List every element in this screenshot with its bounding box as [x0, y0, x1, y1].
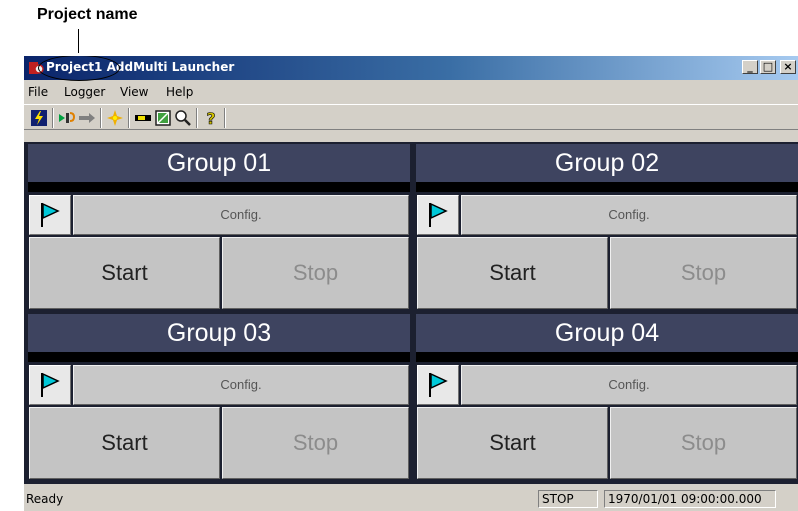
group-title: Group 04 [416, 314, 798, 352]
toolbar-separator [196, 108, 198, 128]
start-button[interactable]: Start [29, 407, 220, 479]
app-name: AddMulti Launcher [106, 60, 235, 74]
flag-button[interactable] [417, 365, 459, 405]
flag-button[interactable] [29, 195, 71, 235]
svg-text:?: ? [206, 109, 215, 127]
menu-help[interactable]: Help [166, 85, 193, 99]
menu-file[interactable]: File [28, 85, 48, 99]
group-status-bar [28, 352, 410, 362]
toolbar: ? [24, 104, 798, 130]
stop-button[interactable]: Stop [222, 407, 409, 479]
flag-icon [429, 202, 448, 227]
toolbar-separator [52, 108, 54, 128]
group-title: Group 02 [416, 144, 798, 182]
meter-icon[interactable] [134, 109, 152, 127]
flag-icon [41, 372, 60, 397]
group-panel-area: Group 01 Config. Start Stop Group 02 Con… [24, 142, 798, 484]
config-button[interactable]: Config. [73, 365, 409, 405]
monitor-icon[interactable] [154, 109, 172, 127]
project-name-highlight-oval [38, 56, 120, 81]
callout-leader-line [78, 29, 79, 53]
sparkle-icon[interactable] [106, 109, 124, 127]
start-button[interactable]: Start [417, 237, 608, 309]
app-window: Project1 AddMulti Launcher _ □ × File Lo… [24, 56, 798, 511]
config-button[interactable]: Config. [73, 195, 409, 235]
status-text: Ready [26, 492, 64, 506]
status-state: STOP [538, 490, 598, 508]
connect-icon[interactable] [58, 109, 76, 127]
group-panel: Group 03 Config. Start Stop [26, 312, 412, 482]
start-button[interactable]: Start [417, 407, 608, 479]
group-status-bar [28, 182, 410, 192]
minimize-button[interactable]: _ [742, 60, 758, 74]
stop-button[interactable]: Stop [222, 237, 409, 309]
toolbar-separator [100, 108, 102, 128]
toolbar-separator [224, 108, 226, 128]
status-bar: Ready STOP 1970/01/01 09:00:00.000 [24, 488, 798, 511]
config-button[interactable]: Config. [461, 195, 797, 235]
maximize-button[interactable]: □ [760, 60, 776, 74]
flag-button[interactable] [29, 365, 71, 405]
callout-label: Project name [37, 6, 138, 23]
toolbar-separator [128, 108, 130, 128]
status-datetime: 1970/01/01 09:00:00.000 [604, 490, 776, 508]
config-button[interactable]: Config. [461, 365, 797, 405]
close-button[interactable]: × [780, 60, 796, 74]
start-button[interactable]: Start [29, 237, 220, 309]
flag-icon [429, 372, 448, 397]
group-panel: Group 02 Config. Start Stop [414, 142, 798, 312]
stop-button[interactable]: Stop [610, 407, 797, 479]
stop-button[interactable]: Stop [610, 237, 797, 309]
zoom-icon[interactable] [174, 109, 192, 127]
menu-view[interactable]: View [120, 85, 148, 99]
disconnect-icon[interactable] [78, 109, 96, 127]
menu-logger[interactable]: Logger [64, 85, 105, 99]
group-status-bar [416, 352, 798, 362]
group-panel: Group 04 Config. Start Stop [414, 312, 798, 482]
group-title: Group 01 [28, 144, 410, 182]
menu-bar: File Logger View Help [24, 82, 798, 102]
lightning-icon[interactable] [30, 109, 48, 127]
help-icon[interactable]: ? [202, 109, 220, 127]
flag-button[interactable] [417, 195, 459, 235]
group-panel: Group 01 Config. Start Stop [26, 142, 412, 312]
group-status-bar [416, 182, 798, 192]
flag-icon [41, 202, 60, 227]
group-title: Group 03 [28, 314, 410, 352]
title-bar[interactable]: Project1 AddMulti Launcher _ □ × [24, 56, 798, 81]
